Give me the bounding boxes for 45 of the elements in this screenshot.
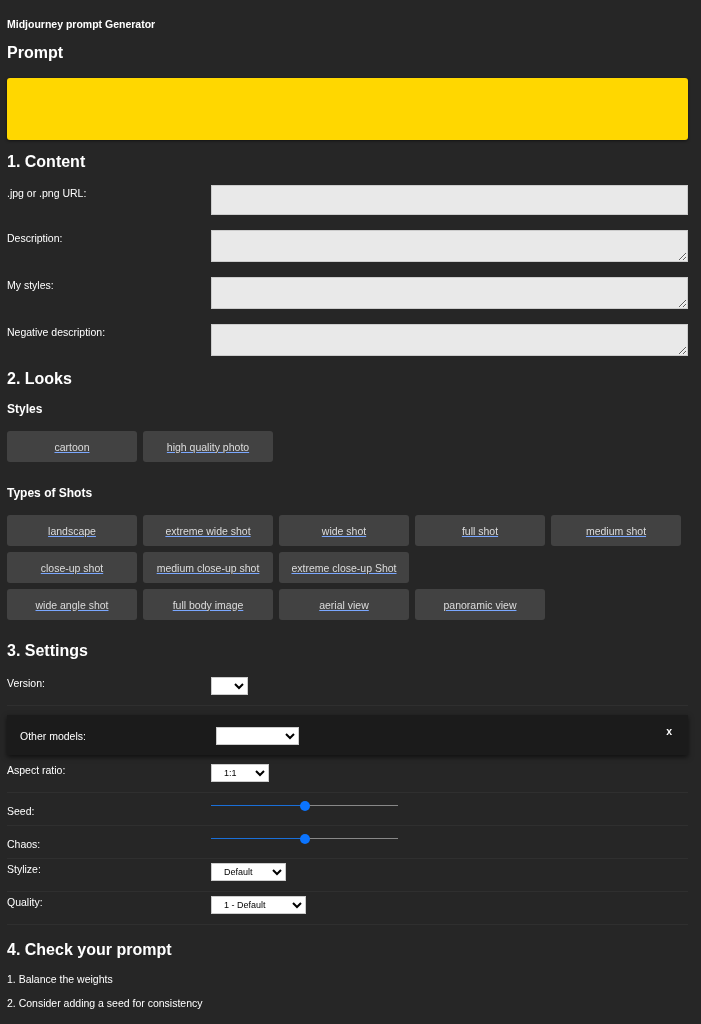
option-button[interactable]: close-up shot [7, 552, 137, 583]
option-button[interactable]: aerial view [279, 589, 409, 620]
range-slider[interactable] [211, 800, 398, 812]
check-item: 2. Consider adding a seed for consistency [7, 997, 204, 1009]
option-button[interactable]: landscape [7, 515, 137, 546]
field-label: .jpg or .png URL: [7, 186, 88, 201]
section-heading: 2. Looks [7, 370, 73, 388]
option-button[interactable]: extreme close-up Shot [279, 552, 409, 583]
group-heading: Types of Shots [7, 486, 94, 500]
field-label: Quality: [7, 895, 44, 908]
app-title: Midjourney prompt Generator [7, 18, 157, 30]
slider-thumb[interactable] [299, 834, 310, 844]
option-button[interactable]: panoramic view [415, 589, 545, 620]
range-slider[interactable] [211, 833, 398, 845]
option-button[interactable]: full shot [415, 515, 545, 546]
dropdown-select[interactable]: 1:1 [211, 764, 269, 782]
option-button[interactable]: medium close-up shot [143, 552, 273, 583]
option-button[interactable]: medium shot [551, 515, 681, 546]
option-button[interactable]: high quality photo [143, 431, 273, 462]
option-button[interactable]: full body image [143, 589, 273, 620]
option-button[interactable]: extreme wide shot [143, 515, 273, 546]
field-label: My styles: [7, 278, 55, 293]
field-label: Description: [7, 231, 64, 246]
field-label: Other models: [20, 729, 87, 742]
section-heading: 3. Settings [7, 642, 89, 660]
field-label: Stylize: [7, 862, 42, 875]
slider-thumb[interactable] [299, 801, 310, 811]
section-heading: 1. Content [7, 153, 87, 171]
option-button[interactable]: wide shot [279, 515, 409, 546]
close-button[interactable]: x [666, 725, 672, 737]
field-label: Version: [7, 676, 46, 689]
field-label: Seed: [7, 804, 36, 817]
option-button[interactable]: cartoon [7, 431, 137, 462]
field-label: Chaos: [7, 837, 42, 850]
dropdown-select[interactable]: Default [211, 863, 286, 881]
dropdown-select[interactable]: 1 - Default [211, 896, 306, 914]
field-label: Negative description: [7, 325, 107, 340]
check-item: 1. Balance the weights [7, 973, 114, 985]
field-label: Aspect ratio: [7, 763, 67, 776]
section-heading: Prompt [7, 44, 64, 62]
group-heading: Styles [7, 402, 44, 416]
input-field[interactable] [211, 185, 688, 215]
option-button[interactable]: wide angle shot [7, 589, 137, 620]
section-heading: 4. Check your prompt [7, 941, 173, 959]
dropdown-select[interactable] [211, 677, 248, 695]
